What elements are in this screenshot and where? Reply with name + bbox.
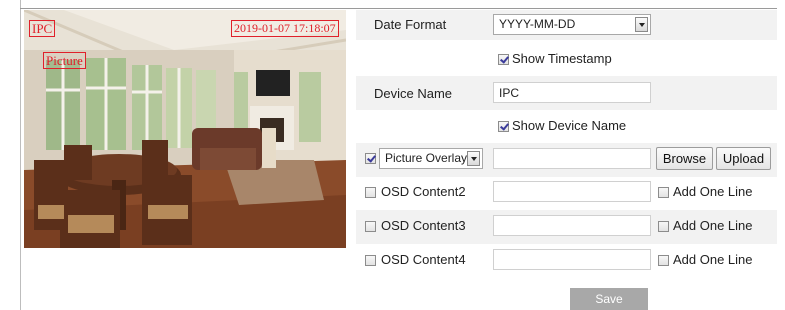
overlay-timestamp: 2019-01-07 17:18:07: [231, 20, 339, 37]
osd-content2-input[interactable]: [493, 181, 651, 202]
device-name-label: Device Name: [374, 86, 453, 101]
date-format-select[interactable]: YYYY-MM-DD: [493, 14, 651, 35]
osd-content3-checkbox[interactable]: [365, 221, 376, 232]
show-timestamp-label: Show Timestamp: [512, 51, 612, 66]
panel-left-border: [20, 0, 21, 310]
show-device-name-label: Show Device Name: [512, 118, 627, 133]
picture-overlay-input[interactable]: [493, 148, 651, 169]
overlay-picture: Picture: [43, 52, 86, 69]
picture-overlay-value: Picture Overlay: [385, 151, 468, 165]
date-format-label: Date Format: [374, 17, 447, 32]
osd-content2-add-line-label: Add One Line: [673, 184, 753, 199]
osd-content3-input[interactable]: [493, 215, 651, 236]
panel-top-border: [20, 8, 777, 9]
show-timestamp-checkbox[interactable]: [498, 54, 509, 65]
dropdown-arrow-icon[interactable]: [467, 151, 480, 166]
picture-overlay-select[interactable]: Picture Overlay: [379, 148, 483, 169]
device-name-input[interactable]: [493, 82, 651, 103]
osd-content2-checkbox[interactable]: [365, 187, 376, 198]
preview-scene-image: [24, 10, 346, 248]
osd-content3-add-line-label: Add One Line: [673, 218, 753, 233]
upload-button[interactable]: Upload: [716, 147, 771, 170]
dropdown-arrow-icon[interactable]: [635, 17, 648, 32]
overlay-device-name: IPC: [29, 20, 56, 37]
osd-content3-label: OSD Content3: [381, 218, 466, 233]
osd-content4-add-line-checkbox[interactable]: [658, 255, 669, 266]
save-button[interactable]: Save: [570, 288, 648, 310]
osd-content2-label: OSD Content2: [381, 184, 466, 199]
osd-content4-checkbox[interactable]: [365, 255, 376, 266]
osd-content4-label: OSD Content4: [381, 252, 466, 267]
date-format-value: YYYY-MM-DD: [499, 17, 576, 31]
camera-preview: IPC 2019-01-07 17:18:07 Picture: [24, 10, 346, 248]
browse-button[interactable]: Browse: [656, 147, 713, 170]
show-device-name-checkbox[interactable]: [498, 121, 509, 132]
osd-content3-add-line-checkbox[interactable]: [658, 221, 669, 232]
osd-content4-input[interactable]: [493, 249, 651, 270]
picture-overlay-checkbox[interactable]: [365, 153, 376, 164]
osd-content4-add-line-label: Add One Line: [673, 252, 753, 267]
osd-content2-add-line-checkbox[interactable]: [658, 187, 669, 198]
